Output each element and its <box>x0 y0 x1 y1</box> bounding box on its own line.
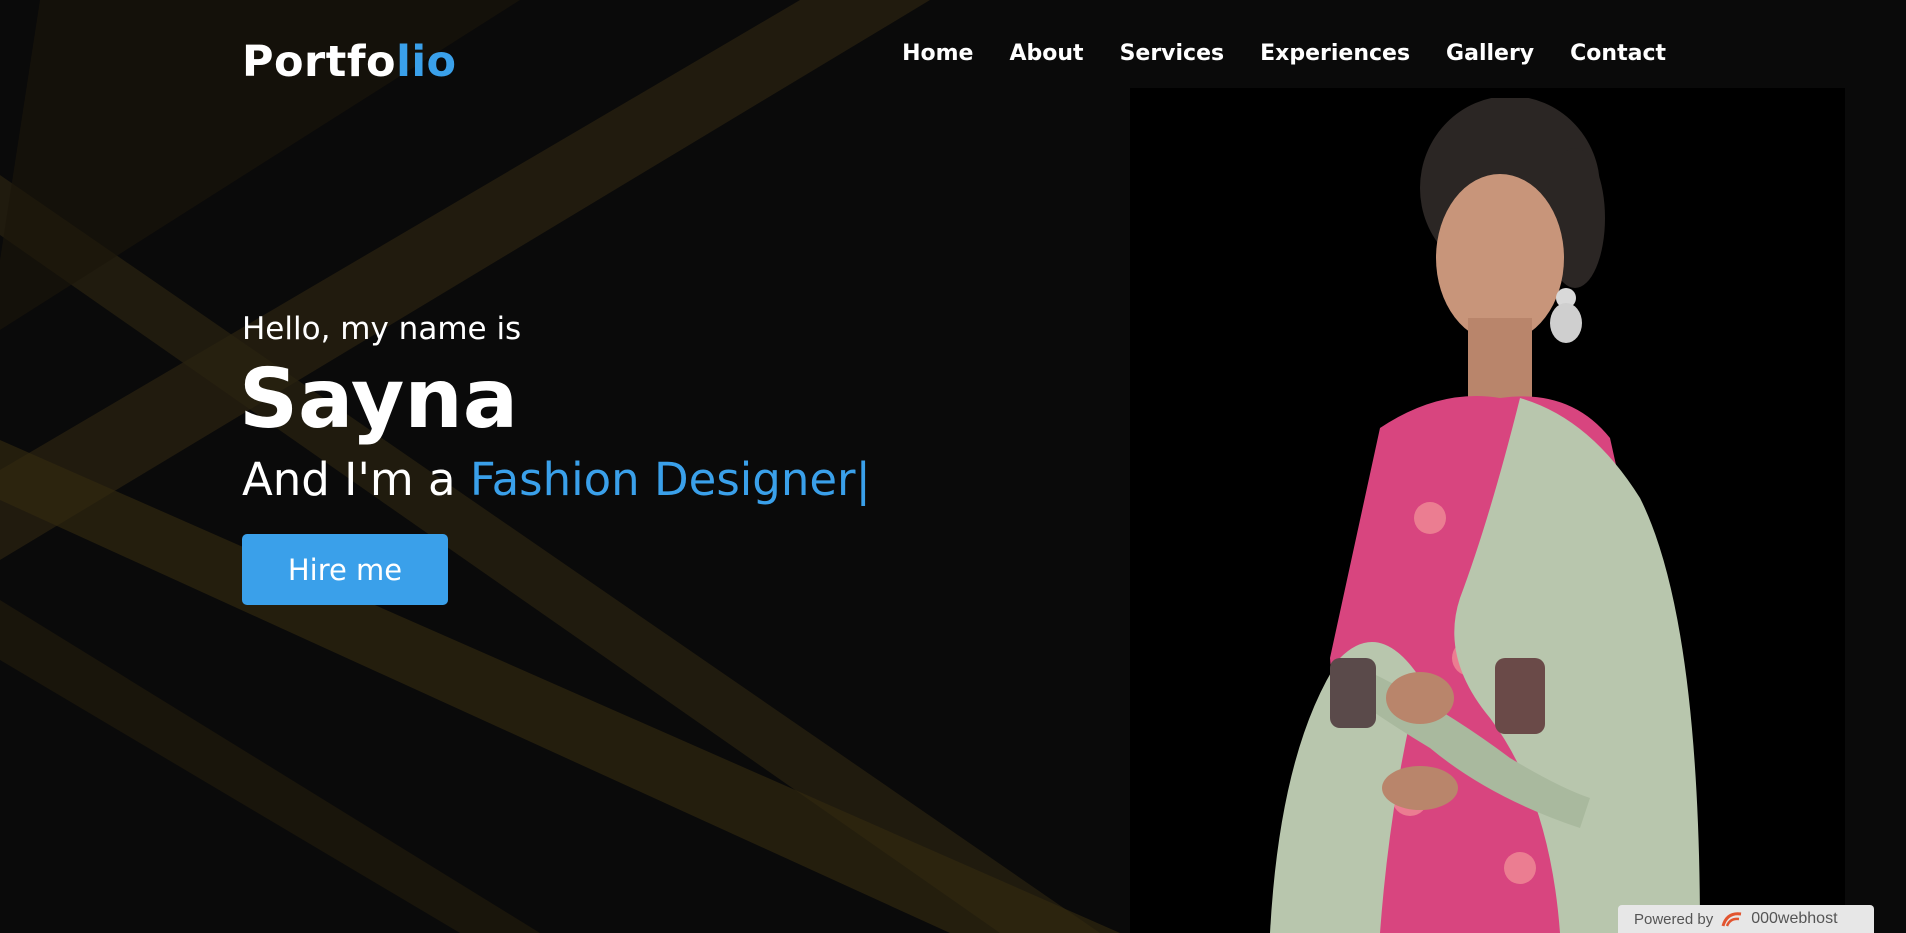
profession-prefix: And I'm a <box>242 453 470 506</box>
nav-link-home[interactable]: Home <box>902 41 973 66</box>
nav-link-services[interactable]: Services <box>1120 41 1225 66</box>
hero-section: Hello, my name is Sayna And I'm a Fashio… <box>239 308 871 605</box>
webhost-logo-icon <box>1721 912 1742 927</box>
nav-link-gallery[interactable]: Gallery <box>1446 41 1534 66</box>
hero-greeting: Hello, my name is <box>242 311 522 347</box>
logo-text-main: Portfo <box>242 37 397 87</box>
nav-link-contact[interactable]: Contact <box>1570 41 1666 66</box>
nav-item-home: Home <box>902 38 973 70</box>
logo-text-accent: lio <box>396 37 457 87</box>
nav-item-about: About <box>1009 38 1083 70</box>
hero-profession-line: And I'm a Fashion Designer| <box>242 450 871 510</box>
navbar: Portfolio Home About Services Experience… <box>0 0 1906 110</box>
webhost-brand-label: 000webhost <box>1751 910 1838 927</box>
hero-name: Sayna <box>239 352 519 447</box>
nav-item-gallery: Gallery <box>1446 38 1534 70</box>
profession-title: Fashion Designer <box>469 453 856 506</box>
nav-link-experiences[interactable]: Experiences <box>1260 41 1410 66</box>
portrait-photo <box>1270 98 1700 933</box>
nav-menu: Home About Services Experiences Gallery … <box>902 38 1666 70</box>
typing-caret: | <box>855 453 871 506</box>
site-logo[interactable]: Portfolio <box>242 34 457 90</box>
nav-link-about[interactable]: About <box>1009 41 1083 66</box>
nav-item-services: Services <box>1120 38 1225 70</box>
nav-item-experiences: Experiences <box>1260 38 1410 70</box>
powered-by-badge[interactable]: Powered by 000webhost <box>1618 905 1874 933</box>
hire-me-button[interactable]: Hire me <box>242 534 448 605</box>
nav-item-contact: Contact <box>1570 38 1666 70</box>
powered-by-label: Powered by <box>1634 910 1714 928</box>
